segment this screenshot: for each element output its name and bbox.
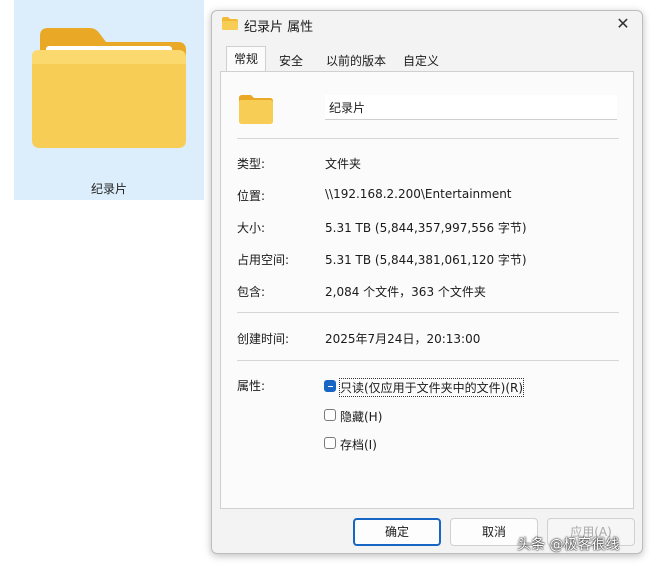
properties-dialog: 纪录片 属性 ✕ 常规 安全 以前的版本 自定义 类型: 文件夹 位置: \\1…: [211, 10, 643, 554]
size-on-disk-label: 占用空间:: [237, 253, 290, 267]
folder-icon: [222, 17, 238, 30]
dialog-title: 纪录片 属性: [244, 20, 314, 35]
indeterminate-checkbox-icon[interactable]: [324, 380, 336, 392]
location-value: \\192.168.2.200\Entertainment: [325, 187, 512, 201]
folder-name-label: 纪录片: [90, 182, 127, 196]
title-bar[interactable]: 纪录片 属性 ✕: [212, 11, 642, 37]
folder-icon: [32, 28, 186, 148]
tab-general[interactable]: 常规: [226, 46, 266, 72]
attributes-label: 属性:: [237, 379, 266, 393]
ok-button[interactable]: 确定: [353, 518, 441, 546]
selected-folder-tile[interactable]: 纪录片: [14, 0, 204, 200]
type-value: 文件夹: [325, 157, 362, 171]
tab-previous-versions[interactable]: 以前的版本: [318, 49, 394, 72]
divider: [237, 360, 619, 361]
archive-checkbox-label[interactable]: 存档(I): [340, 436, 377, 453]
location-label: 位置:: [237, 189, 266, 203]
checkbox-icon[interactable]: [324, 437, 336, 449]
tab-customize[interactable]: 自定义: [400, 49, 442, 72]
contains-value: 2,084 个文件，363 个文件夹: [325, 285, 486, 299]
size-value: 5.31 TB (5,844,357,997,556 字节): [325, 221, 527, 235]
readonly-checkbox-label[interactable]: 只读(仅应用于文件夹中的文件)(R): [338, 378, 525, 397]
type-label: 类型:: [237, 157, 266, 171]
divider: [237, 138, 619, 139]
size-label: 大小:: [237, 221, 266, 235]
size-on-disk-value: 5.31 TB (5,844,381,061,120 字节): [325, 253, 527, 267]
close-icon[interactable]: ✕: [612, 13, 634, 35]
created-value: 2025年7月24日，20:13:00: [325, 332, 481, 346]
divider: [237, 312, 619, 313]
checkbox-icon[interactable]: [324, 409, 336, 421]
general-panel: 类型: 文件夹 位置: \\192.168.2.200\Entertainmen…: [220, 71, 634, 509]
contains-label: 包含:: [237, 285, 266, 299]
folder-icon: [239, 95, 273, 124]
created-label: 创建时间:: [237, 332, 290, 346]
watermark: 头条 @极客很线: [517, 537, 620, 553]
tab-security[interactable]: 安全: [270, 49, 312, 72]
folder-name-input[interactable]: [325, 95, 617, 120]
hidden-checkbox-label[interactable]: 隐藏(H): [340, 408, 382, 425]
